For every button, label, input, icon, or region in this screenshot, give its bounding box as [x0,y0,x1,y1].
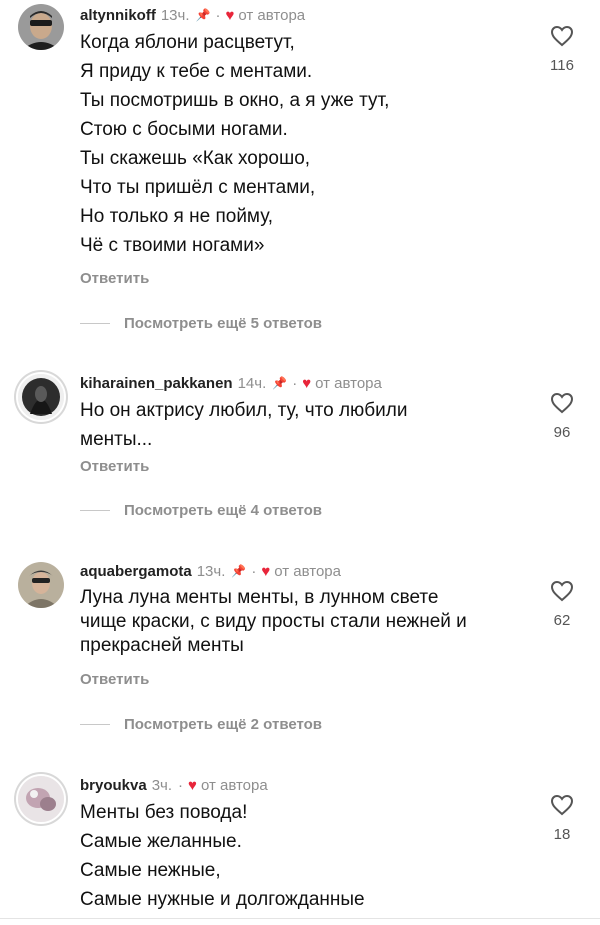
heart-outline-icon [550,794,574,816]
like-count: 62 [553,612,571,629]
like-count: 96 [553,424,571,441]
comment-meta: altynnikoff 13ч. 📌 · ♥ от автора [80,4,305,26]
reply-button[interactable]: Ответить [80,671,149,688]
reply-button[interactable]: Ответить [80,270,149,287]
avatar[interactable] [18,776,64,822]
view-replies-label: Посмотреть ещё 5 ответов [124,315,323,332]
separator-dot: · [251,562,257,580]
username[interactable]: altynnikoff [80,7,156,24]
comment-line: Самые нежные, [80,860,221,881]
username[interactable]: bryoukva [80,777,147,794]
pin-icon: 📌 [231,564,247,578]
avatar[interactable] [18,4,64,50]
comment-text: Но он актрису любил, ту, что любили мент… [80,396,407,454]
pin-icon: 📌 [272,376,288,390]
separator-dot: · [178,776,184,794]
comment-line: Но только я не пойму, [80,206,274,227]
view-replies-button[interactable]: Посмотреть ещё 4 ответов [80,502,322,519]
like-button[interactable]: 18 [544,794,580,843]
heart-outline-icon [550,580,574,602]
author-like-label: от автора [238,6,306,24]
heart-icon: ♥ [261,562,271,580]
separator-dot: · [215,6,221,24]
comment-line: Самые нужные и долгожданные [80,889,365,910]
view-replies-label: Посмотреть ещё 2 ответов [124,716,323,733]
view-replies-button[interactable]: Посмотреть ещё 2 ответов [80,716,322,733]
comment-line: прекрасней менты [80,635,244,656]
comment-line: Чё с твоими ногами» [80,235,265,256]
separator-dot: · [292,374,298,392]
comment-line: Я приду к тебе с ментами. [80,61,313,82]
comment-meta: aquabergamota 13ч. 📌 · ♥ от автора [80,560,341,582]
bottom-divider [0,918,600,919]
heart-outline-icon [550,25,574,47]
comment-line: Но он актрису любил, ту, что любили [80,400,408,421]
comment-text: Когда яблони расцветут, Я приду к тебе с… [80,28,389,260]
username[interactable]: kiharainen_pakkanen [80,375,233,392]
heart-icon: ♥ [302,374,312,392]
author-like-label: от автора [315,374,382,392]
reply-button[interactable]: Ответить [80,458,149,475]
like-button[interactable]: 62 [544,580,580,629]
like-button[interactable]: 96 [544,392,580,441]
avatar[interactable] [18,374,64,420]
like-button[interactable]: 116 [544,25,580,74]
like-count: 18 [553,826,571,843]
view-replies-label: Посмотреть ещё 4 ответов [124,502,323,519]
comment-line: Луна луна менты менты, в лунном свете [80,587,439,608]
comment-line: Менты без повода! [80,802,248,823]
comment-line: Стою с босыми ногами. [80,119,288,140]
username[interactable]: aquabergamota [80,563,192,580]
pin-icon: 📌 [195,8,211,22]
comment-line: Самые желанные. [80,831,242,852]
comment-text: Менты без повода! Самые желанные. Самые … [80,798,365,914]
heart-icon: ♥ [225,6,235,24]
heart-outline-icon [550,392,574,414]
comment-line: Ты посмотришь в окно, а я уже тут, [80,90,390,111]
author-like-label: от автора [200,776,268,794]
comment-line: чище краски, с виду просты стали нежней … [80,611,467,632]
comment-text: Луна луна менты менты, в лунном свете чи… [80,586,467,658]
replies-divider [80,724,110,725]
heart-icon: ♥ [188,776,197,794]
like-count: 116 [550,57,574,74]
comment-line: менты... [80,429,153,450]
author-like-label: от автора [274,562,341,580]
timestamp: 14ч. [237,374,267,392]
replies-divider [80,323,110,324]
view-replies-button[interactable]: Посмотреть ещё 5 ответов [80,315,322,332]
replies-divider [80,510,110,511]
avatar[interactable] [18,562,64,608]
timestamp: 13ч. [196,562,226,580]
timestamp: 3ч. [151,776,173,794]
comment-line: Что ты пришёл с ментами, [80,177,316,198]
timestamp: 13ч. [160,6,190,24]
comment-meta: bryoukva 3ч. · ♥ от автора [80,774,268,796]
comment-meta: kiharainen_pakkanen 14ч. 📌 · ♥ от автора [80,372,382,394]
comment-line: Когда яблони расцветут, [80,32,295,53]
comment-line: Ты скажешь «Как хорошо, [80,148,311,169]
